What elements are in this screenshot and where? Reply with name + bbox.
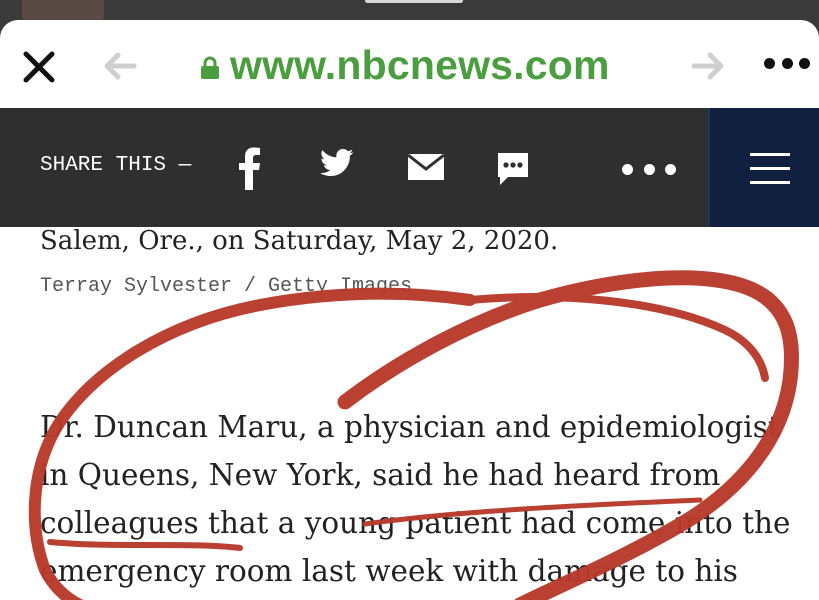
share-email-button[interactable] (407, 153, 445, 180)
more-options-button[interactable] (764, 54, 810, 72)
more-dots-icon (764, 57, 775, 69)
more-dots-icon (665, 163, 676, 175)
more-dots-icon (643, 163, 655, 175)
share-facebook-button[interactable] (236, 146, 262, 190)
forward-button[interactable] (690, 50, 726, 82)
share-bar: SHARE THIS — (0, 108, 819, 227)
hamburger-menu-icon (750, 153, 792, 185)
more-dots-icon (781, 57, 793, 69)
sms-icon (498, 153, 528, 185)
close-icon (23, 51, 55, 83)
share-label: SHARE THIS — (40, 154, 192, 177)
back-button[interactable] (102, 50, 138, 82)
close-button[interactable] (22, 50, 56, 84)
more-dots-icon (799, 57, 810, 69)
share-twitter-button[interactable] (320, 148, 354, 178)
arrow-right-icon (691, 52, 724, 80)
twitter-icon (320, 148, 354, 177)
address-bar[interactable]: www.nbcnews.com (200, 40, 640, 90)
browser-toolbar: www.nbcnews.com (0, 20, 819, 108)
article-line: colleagues that a young patient had come… (40, 506, 791, 540)
mail-icon (407, 153, 445, 180)
article-body: Dr. Duncan Maru, a physician and epidemi… (40, 403, 800, 595)
article-line: emergency room last week with damage to … (40, 554, 738, 588)
share-more-button[interactable] (622, 162, 676, 176)
menu-button[interactable] (708, 108, 819, 227)
facebook-icon (239, 147, 260, 190)
lock-icon (201, 56, 219, 79)
photo-credit: Terray Sylvester / Getty Images (40, 275, 413, 298)
article-line: Dr. Duncan Maru, a physician and epidemi… (40, 410, 780, 444)
photo-caption: Salem, Ore., on Saturday, May 2, 2020. (40, 226, 559, 256)
sheet-grabber[interactable] (365, 0, 463, 3)
more-dots-icon (622, 163, 633, 175)
url-text: www.nbcnews.com (230, 41, 610, 88)
article-line: in Queens, New York, said he had heard f… (40, 458, 721, 492)
arrow-left-icon (104, 52, 137, 80)
share-sms-button[interactable] (496, 151, 530, 187)
